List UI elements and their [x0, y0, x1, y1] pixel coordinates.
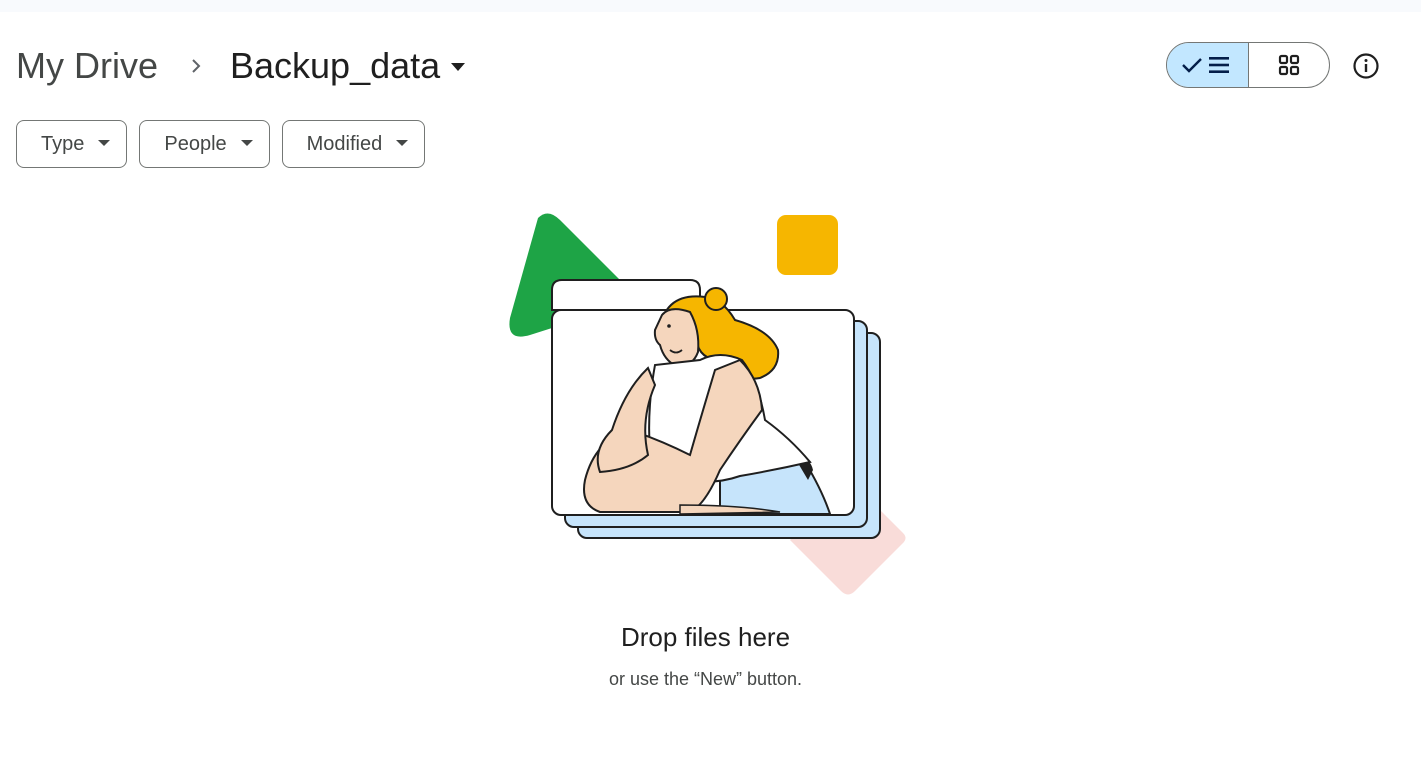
view-toggle — [1166, 42, 1330, 88]
info-button[interactable] — [1346, 46, 1386, 86]
empty-state-subtitle: or use the “New” button. — [608, 669, 803, 689]
breadcrumb: My Drive Backup_data — [16, 40, 466, 92]
top-strip — [0, 0, 1421, 12]
breadcrumb-my-drive[interactable]: My Drive — [16, 40, 176, 92]
empty-folder-illustration — [509, 213, 906, 595]
caret-down-icon — [450, 59, 466, 77]
filter-label: Modified — [306, 132, 383, 155]
grid-icon — [1278, 54, 1299, 76]
caret-down-icon — [396, 140, 409, 146]
filter-chip-type[interactable]: Type — [16, 120, 128, 168]
list-view-button[interactable] — [1167, 43, 1249, 87]
empty-state-title: Drop files here — [620, 622, 791, 652]
chevron-right-icon — [176, 40, 216, 92]
caret-down-icon — [98, 140, 111, 146]
filter-label: People — [164, 132, 227, 155]
folder-title: Backup_data — [230, 45, 441, 86]
breadcrumb-current-folder[interactable]: Backup_data — [216, 40, 466, 92]
check-list-icon — [1182, 57, 1230, 73]
filter-chip-people[interactable]: People — [139, 120, 270, 168]
info-icon — [1353, 53, 1379, 79]
filter-bar: Type People Modified — [16, 120, 437, 168]
filter-label: Type — [41, 132, 85, 155]
filter-chip-modified[interactable]: Modified — [281, 120, 426, 168]
grid-view-button[interactable] — [1249, 43, 1330, 87]
caret-down-icon — [240, 140, 253, 146]
